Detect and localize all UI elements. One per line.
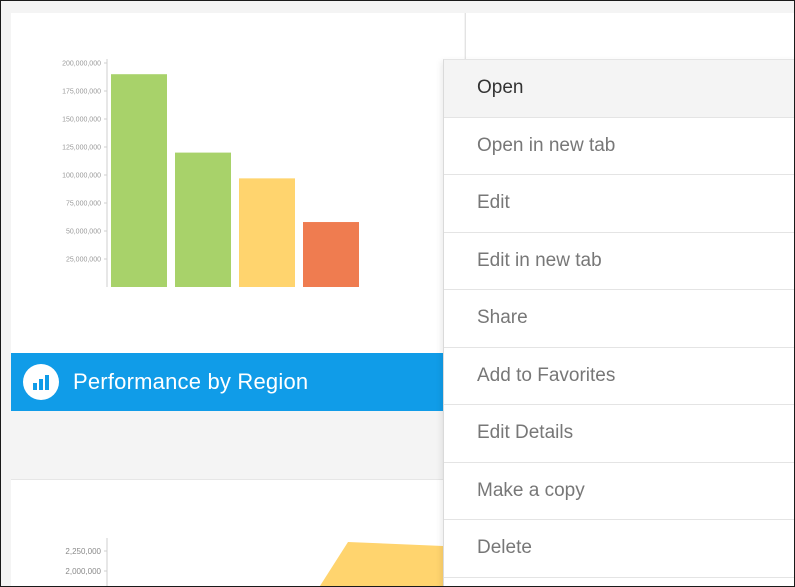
menu-item-label: Edit — [477, 192, 510, 214]
context-menu: Open Open in new tab Edit Edit in new ta… — [443, 59, 794, 586]
report-title-bar[interactable]: Performance by Region — [11, 353, 451, 411]
menu-item-label: Open in new tab — [477, 134, 616, 156]
y-tick-label: 75,000,000 — [66, 201, 101, 208]
bar — [239, 178, 295, 287]
area-chart: 2,250,0002,000,0001,750,000 — [65, 538, 443, 586]
y-tick-label: 25,000,000 — [66, 257, 101, 264]
y-tick-label: 2,250,000 — [65, 547, 101, 556]
menu-item-open[interactable]: Open — [444, 60, 794, 118]
card-gap — [11, 411, 451, 479]
y-tick-label: 100,000,000 — [62, 173, 101, 180]
y-tick-label: 50,000,000 — [66, 229, 101, 236]
area-series — [319, 542, 443, 586]
y-tick-label: 200,000,000 — [62, 61, 101, 68]
bar — [175, 152, 231, 287]
menu-item-open-in-new-tab[interactable]: Open in new tab — [444, 118, 794, 175]
menu-item-make-a-copy[interactable]: Make a copy — [444, 463, 794, 520]
y-tick-label: 150,000,000 — [62, 117, 101, 124]
menu-item-delete[interactable]: Delete — [444, 520, 794, 578]
report-card-thumbnail-2[interactable]: 2,250,0002,000,0001,750,000 — [11, 479, 451, 586]
window-frame: 25,000,000 50,000,000 75,000,000 100,000,00… — [0, 0, 795, 587]
menu-item-edit-in-new-tab[interactable]: Edit in new tab — [444, 233, 794, 290]
menu-item-label: Make a copy — [477, 479, 585, 501]
report-card-thumbnail[interactable]: 25,000,000 50,000,000 75,000,000 100,000,00… — [11, 13, 464, 353]
menu-item-add-to-favorites[interactable]: Add to Favorites — [444, 348, 794, 405]
bar — [303, 222, 359, 287]
menu-item-label: Edit Details — [477, 422, 574, 444]
menu-item-label: Delete — [477, 537, 532, 559]
menu-item-label: Open — [477, 77, 524, 99]
menu-item-label: Add to Favorites — [477, 364, 616, 386]
menu-item-edit[interactable]: Edit — [444, 175, 794, 233]
bar — [111, 74, 167, 287]
y-tick-label: 125,000,000 — [62, 145, 101, 152]
y-tick-label: 175,000,000 — [62, 89, 101, 96]
bar-chart: 25,000,000 50,000,000 75,000,000 100,000,00… — [62, 59, 359, 287]
menu-item-label: Edit in new tab — [477, 249, 602, 271]
y-tick-label: 2,000,000 — [65, 567, 101, 576]
report-title: Performance by Region — [73, 369, 309, 394]
menu-item-label: Share — [477, 307, 528, 329]
bar-chart-icon — [23, 364, 59, 400]
menu-item-share[interactable]: Share — [444, 290, 794, 348]
menu-item-edit-details[interactable]: Edit Details — [444, 405, 794, 463]
